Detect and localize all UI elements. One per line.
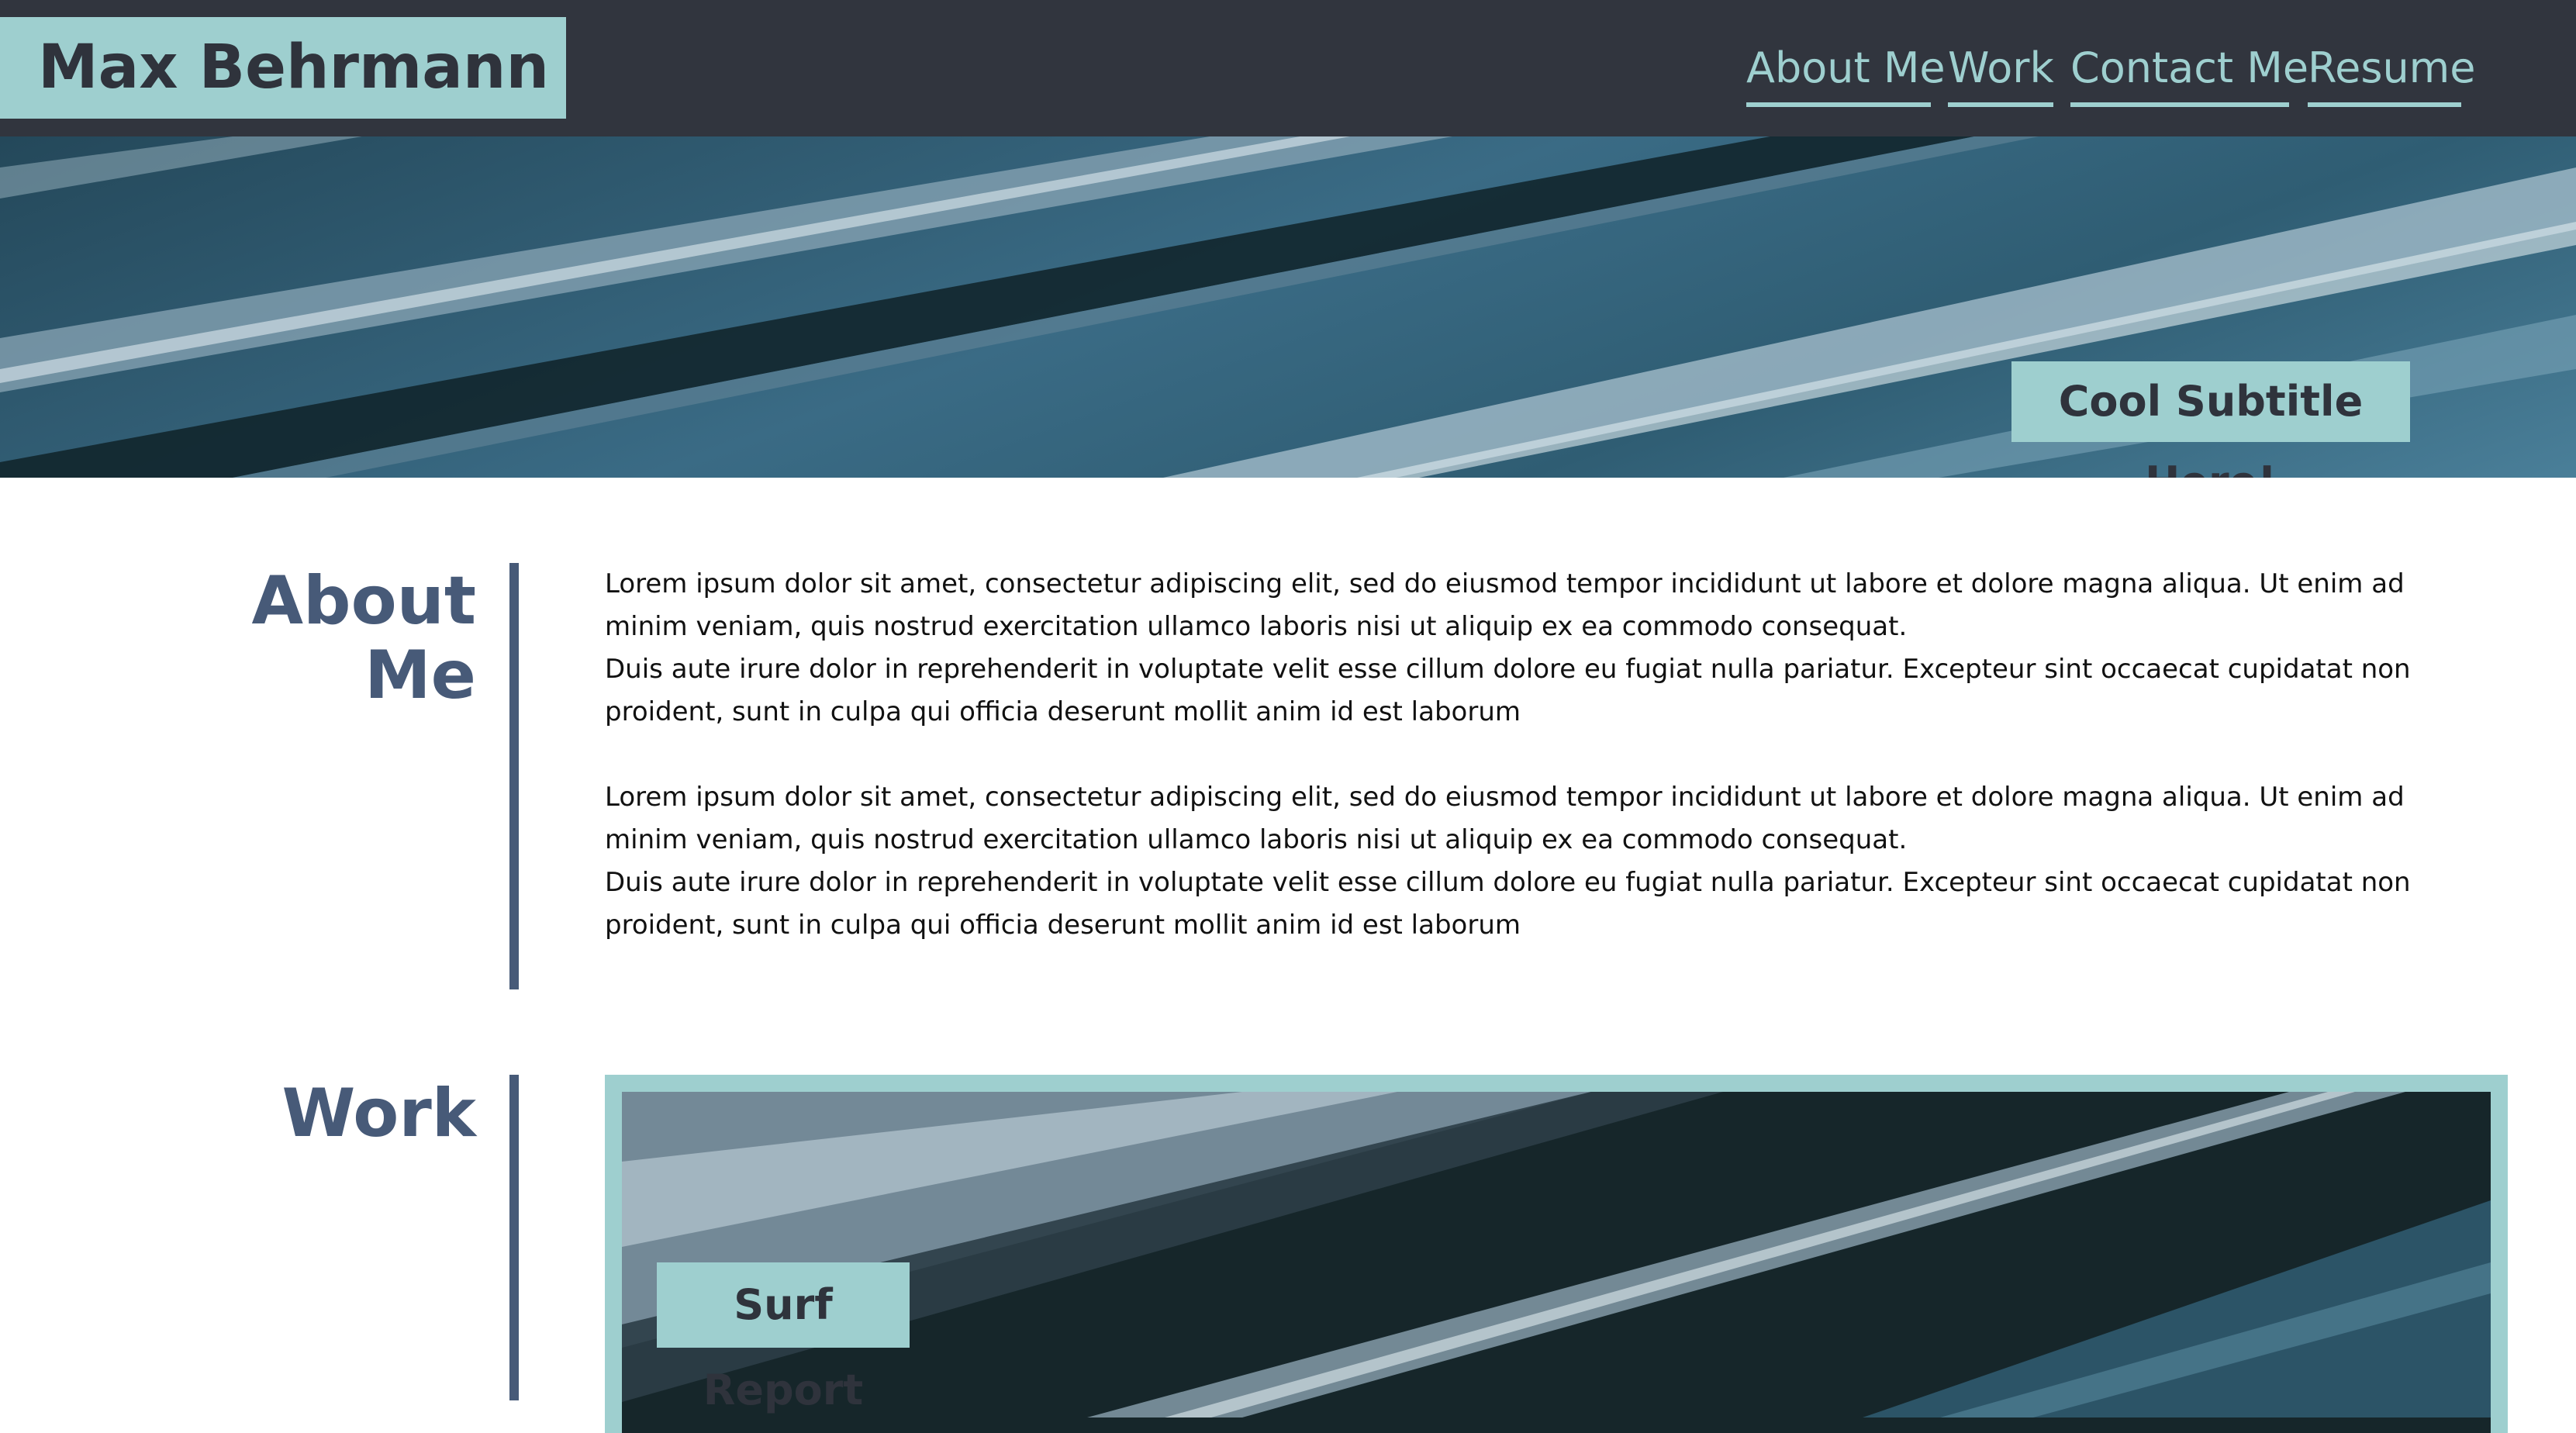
work-section-title: Work [281, 1075, 476, 1152]
about-paragraph: Duis aute irure dolor in reprehenderit i… [605, 867, 2411, 941]
hero-subtitle: Cool Subtitle Here! [2011, 361, 2410, 478]
about-paragraph: Lorem ipsum dolor sit amet, consectetur … [605, 782, 2405, 855]
about-section-title: About Me [251, 564, 476, 713]
about-title-line1: About [251, 562, 476, 640]
site-title[interactable]: Max Behrmann [38, 17, 549, 119]
work-card-label[interactable]: Surf Report [657, 1262, 910, 1414]
about-paragraph: Duis aute irure dolor in reprehenderit i… [605, 654, 2411, 727]
nav-link-contact-me[interactable]: Contact Me [2070, 31, 2308, 107]
about-divider [509, 563, 519, 989]
about-paragraph: Lorem ipsum dolor sit amet, consectetur … [605, 568, 2405, 642]
nav-link-work[interactable]: Work [1948, 31, 2054, 107]
hero-banner: Cool Subtitle Here! [0, 136, 2576, 478]
site-header: Max Behrmann About Me Work Contact Me Re… [0, 0, 2576, 136]
about-title-line2: Me [364, 637, 476, 714]
nav-link-about-me[interactable]: About Me [1746, 31, 1946, 107]
work-divider [509, 1075, 519, 1400]
work-card-surf-report[interactable]: Surf Report [605, 1075, 2508, 1433]
work-card-image [622, 1092, 2491, 1417]
about-body: Lorem ipsum dolor sit amet, consectetur … [605, 563, 2481, 947]
brand-block[interactable]: Max Behrmann [0, 17, 566, 119]
nav-link-resume[interactable]: Resume [2308, 31, 2476, 107]
